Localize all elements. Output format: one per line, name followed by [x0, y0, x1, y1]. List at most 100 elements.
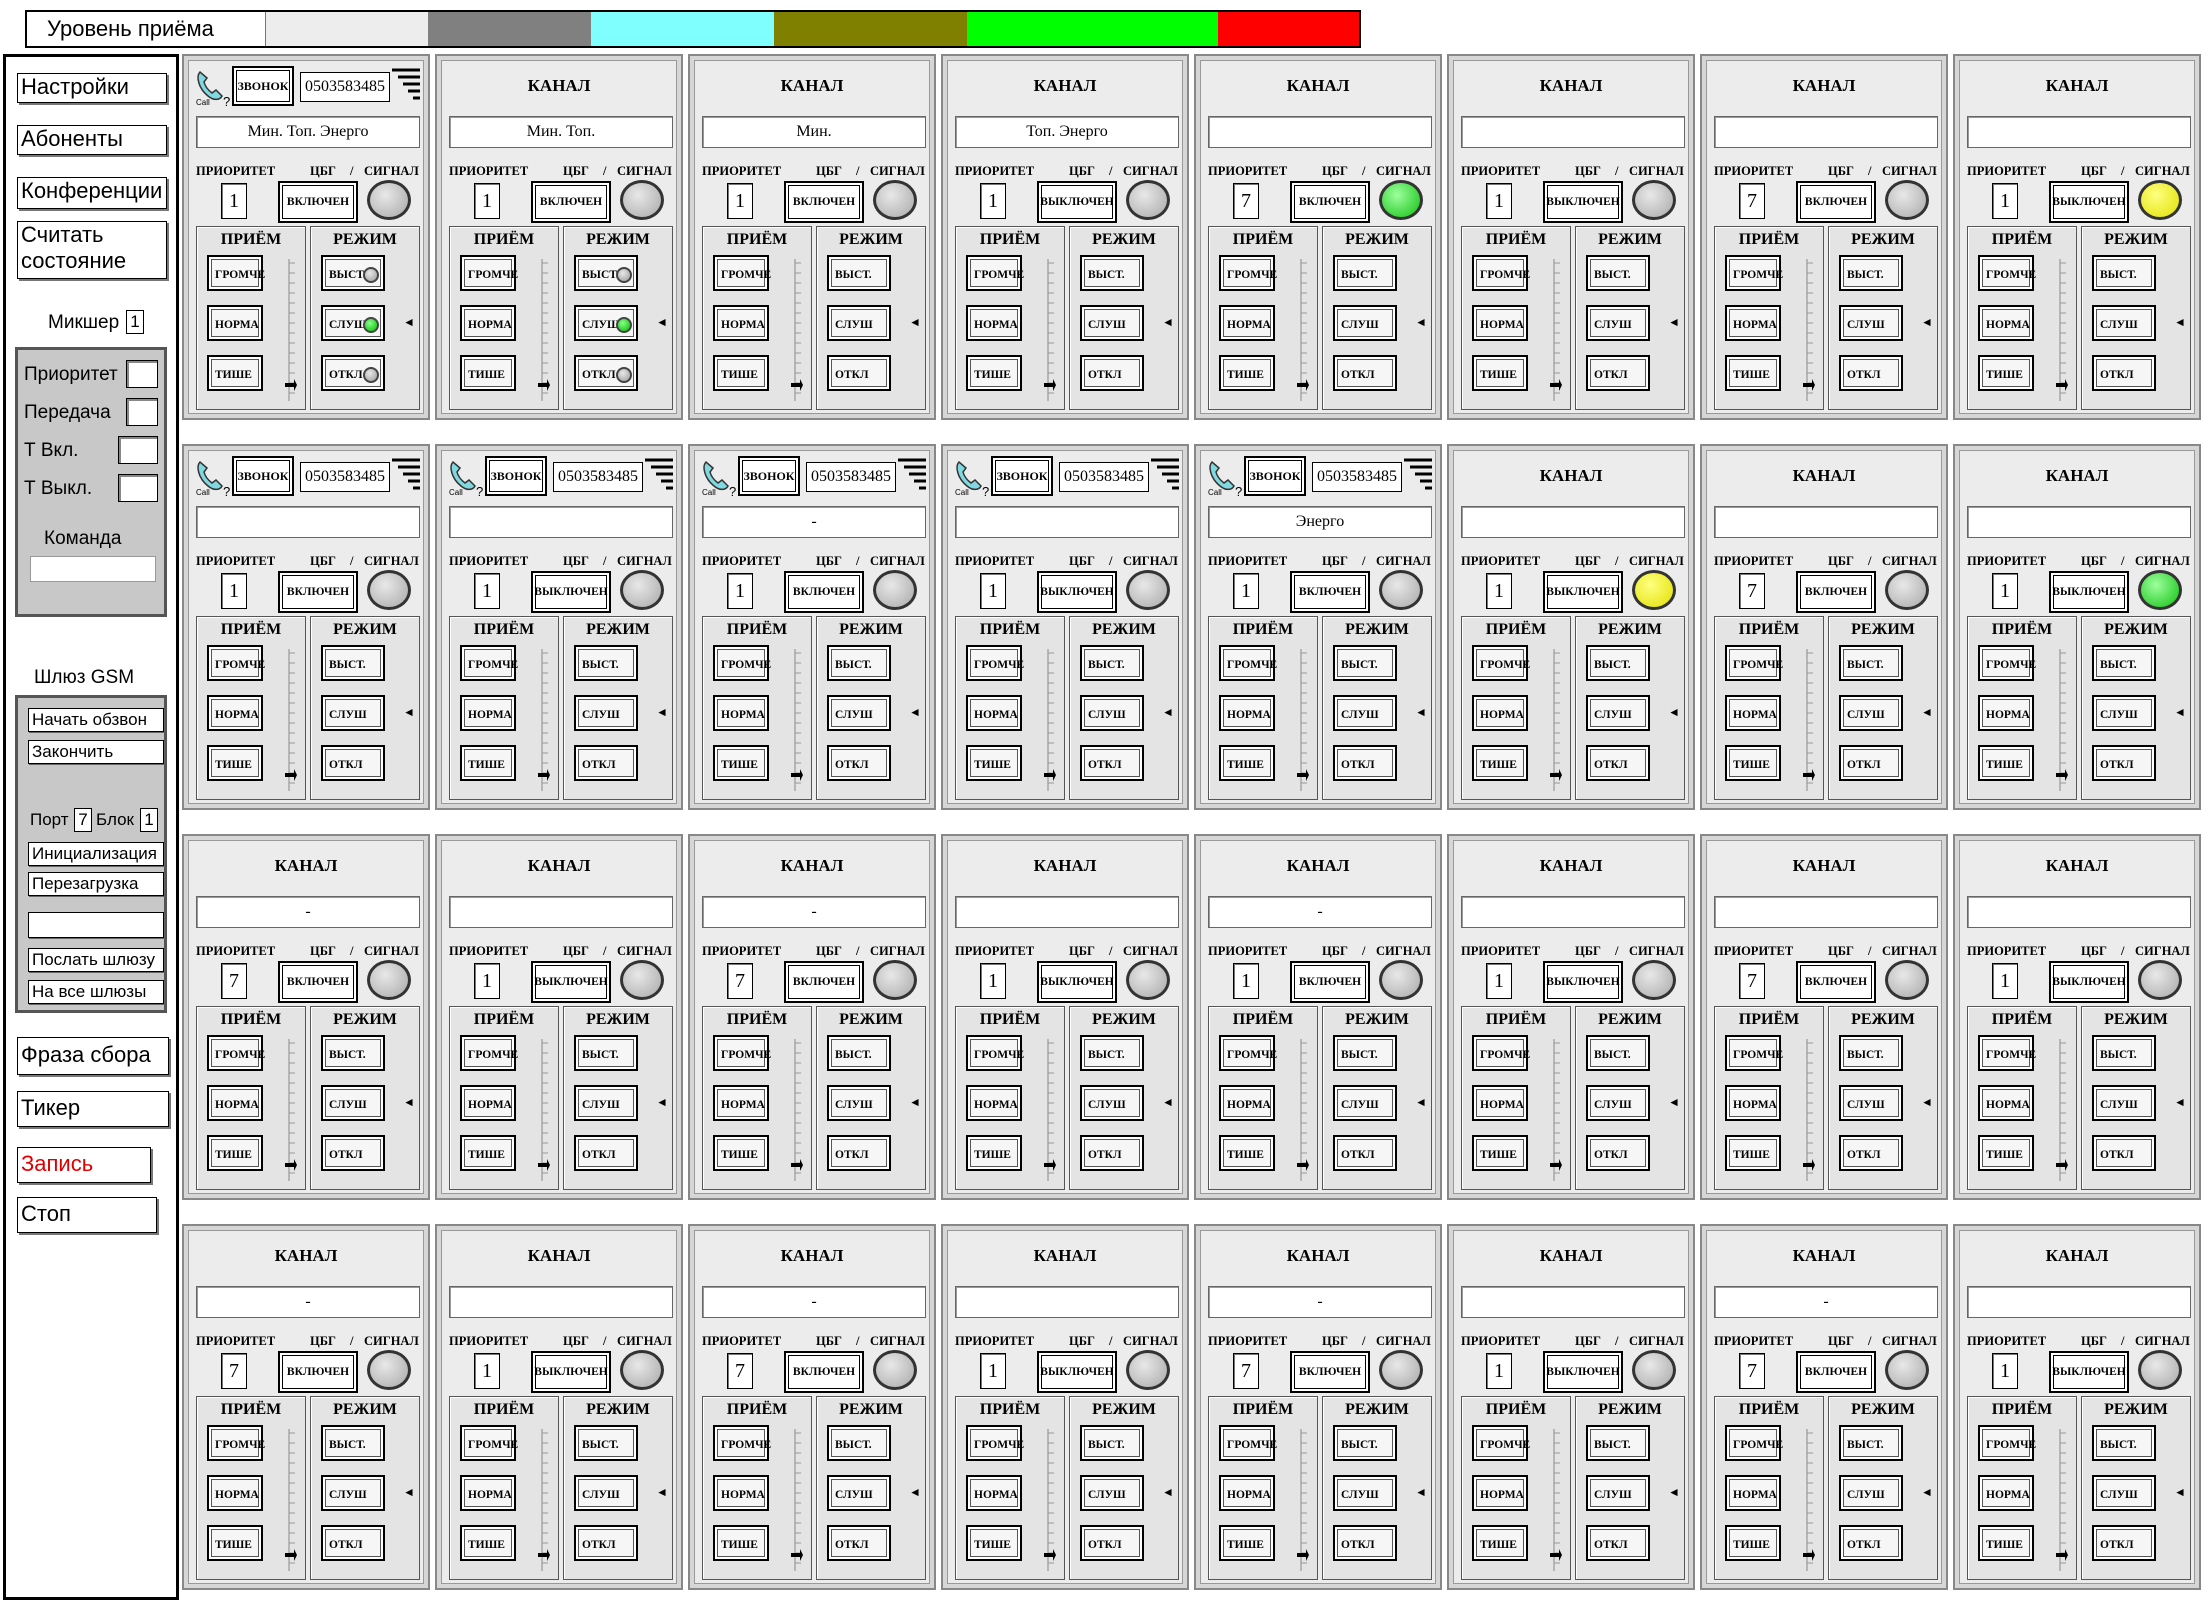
quieter-button[interactable]: ТИШЕ	[713, 1525, 769, 1561]
quieter-button[interactable]: ТИШЕ	[207, 355, 263, 391]
port-number[interactable]: 7	[74, 808, 92, 832]
quieter-button[interactable]: ТИШЕ	[1472, 1525, 1528, 1561]
priority-field[interactable]: 7	[221, 1353, 247, 1389]
volume-slider[interactable]	[1550, 1035, 1562, 1185]
louder-button[interactable]: ГРОМЧЕ	[207, 1035, 265, 1071]
quieter-button[interactable]: ТИШЕ	[207, 1525, 263, 1561]
listen-mode-button[interactable]: СЛУШ	[1839, 695, 1903, 731]
listen-mode-button[interactable]: СЛУШ	[1080, 1475, 1144, 1511]
volume-slider[interactable]	[285, 1035, 297, 1185]
out-mode-button[interactable]: ВЫСТ.	[1333, 1035, 1397, 1071]
normal-button[interactable]: НОРМА	[1725, 305, 1781, 341]
off-mode-button[interactable]: ОТКЛ	[1839, 1525, 1903, 1561]
out-mode-button[interactable]: ВЫСТ.	[1839, 1035, 1903, 1071]
quieter-button[interactable]: ТИШЕ	[460, 1135, 516, 1171]
normal-button[interactable]: НОРМА	[207, 305, 263, 341]
channel-name-field[interactable]	[1461, 1286, 1685, 1318]
channel-name-field[interactable]	[1967, 506, 2191, 538]
volume-slider[interactable]	[1297, 1035, 1309, 1185]
out-mode-button[interactable]: ВЫСТ.	[1586, 1425, 1650, 1461]
out-mode-button[interactable]: ВЫСТ.	[1333, 645, 1397, 681]
volume-slider[interactable]	[1297, 1425, 1309, 1575]
normal-button[interactable]: НОРМА	[1725, 1475, 1781, 1511]
start-dial-button[interactable]: Начать обзвон	[28, 708, 164, 732]
normal-button[interactable]: НОРМА	[1978, 695, 2034, 731]
command-field[interactable]	[30, 556, 156, 582]
cbg-toggle-button[interactable]: ВКЛЮЧЕН	[784, 571, 864, 613]
finish-button[interactable]: Закончить	[28, 740, 164, 764]
cbg-toggle-button[interactable]: ВКЛЮЧЕН	[784, 181, 864, 223]
quieter-button[interactable]: ТИШЕ	[207, 745, 263, 781]
off-mode-button[interactable]: ОТКЛ	[2092, 355, 2156, 391]
listen-mode-button[interactable]: СЛУШ	[1080, 695, 1144, 731]
out-mode-button[interactable]: ВЫСТ.	[1839, 255, 1903, 291]
louder-button[interactable]: ГРОМЧЕ	[1978, 255, 2036, 291]
volume-slider[interactable]	[538, 1035, 550, 1185]
priority-field[interactable]: 1	[727, 573, 753, 609]
out-mode-button[interactable]: ВЫСТ.	[321, 645, 385, 681]
louder-button[interactable]: ГРОМЧЕ	[713, 255, 771, 291]
out-mode-button[interactable]: ВЫСТ.	[827, 255, 891, 291]
volume-slider[interactable]	[1550, 255, 1562, 405]
louder-button[interactable]: ГРОМЧЕ	[1725, 1425, 1783, 1461]
read-state-button[interactable]: Считать состояние	[17, 221, 167, 279]
priority-field[interactable]	[126, 360, 158, 388]
t-on-field[interactable]	[118, 436, 158, 464]
louder-button[interactable]: ГРОМЧЕ	[713, 1035, 771, 1071]
normal-button[interactable]: НОРМА	[1978, 1085, 2034, 1121]
phone-number-field[interactable]: 0503583485	[1312, 462, 1402, 492]
quieter-button[interactable]: ТИШЕ	[713, 1135, 769, 1171]
listen-mode-button[interactable]: СЛУШ	[827, 695, 891, 731]
reboot-button[interactable]: Перезагрузка	[28, 872, 164, 896]
call-button[interactable]: ЗВОНОК	[485, 456, 547, 496]
normal-button[interactable]: НОРМА	[1472, 305, 1528, 341]
channel-name-field[interactable]	[955, 506, 1179, 538]
off-mode-button[interactable]: ОТКЛ	[1080, 745, 1144, 781]
listen-mode-button[interactable]: СЛУШ	[2092, 305, 2156, 341]
phone-icon[interactable]: Call	[700, 456, 730, 497]
phone-icon[interactable]: Call	[447, 456, 477, 497]
louder-button[interactable]: ГРОМЧЕ	[1472, 645, 1530, 681]
off-mode-button[interactable]: ОТКЛ	[827, 745, 891, 781]
channel-name-field[interactable]	[1461, 896, 1685, 928]
phone-number-field[interactable]: 0503583485	[1059, 462, 1149, 492]
cbg-toggle-button[interactable]: ВЫКЛЮЧЕН	[1543, 571, 1623, 613]
normal-button[interactable]: НОРМА	[966, 305, 1022, 341]
listen-mode-button[interactable]: СЛУШ	[1839, 305, 1903, 341]
listen-mode-button[interactable]: СЛУШ	[1586, 695, 1650, 731]
out-mode-button[interactable]: ВЫСТ.	[827, 1425, 891, 1461]
quieter-button[interactable]: ТИШЕ	[966, 1525, 1022, 1561]
off-mode-button[interactable]: ОТКЛ	[574, 1135, 638, 1171]
listen-mode-button[interactable]: СЛУШ	[1333, 305, 1397, 341]
priority-field[interactable]: 1	[980, 573, 1006, 609]
cbg-toggle-button[interactable]: ВКЛЮЧЕН	[784, 1351, 864, 1393]
normal-button[interactable]: НОРМА	[1472, 1475, 1528, 1511]
out-mode-button[interactable]: ВЫСТ.	[2092, 645, 2156, 681]
channel-name-field[interactable]: -	[1208, 896, 1432, 928]
normal-button[interactable]: НОРМА	[1978, 305, 2034, 341]
louder-button[interactable]: ГРОМЧЕ	[1725, 645, 1783, 681]
out-mode-button[interactable]: ВЫСТ.	[574, 1035, 638, 1071]
listen-mode-button[interactable]: СЛУШ	[1839, 1475, 1903, 1511]
listen-mode-button[interactable]: СЛУШ	[1586, 1085, 1650, 1121]
volume-slider[interactable]	[1803, 1425, 1815, 1575]
channel-name-field[interactable]	[449, 1286, 673, 1318]
t-off-field[interactable]	[118, 474, 158, 502]
normal-button[interactable]: НОРМА	[207, 695, 263, 731]
off-mode-button[interactable]: ОТКЛ	[2092, 1135, 2156, 1171]
cbg-toggle-button[interactable]: ВКЛЮЧЕН	[1796, 961, 1876, 1003]
louder-button[interactable]: ГРОМЧЕ	[966, 1035, 1024, 1071]
volume-slider[interactable]	[1803, 1035, 1815, 1185]
off-mode-button[interactable]: ОТКЛ	[321, 1135, 385, 1171]
volume-slider[interactable]	[2056, 645, 2068, 795]
channel-name-field[interactable]: Энерго	[1208, 506, 1432, 538]
out-mode-button[interactable]: ВЫСТ.	[321, 1035, 385, 1071]
priority-field[interactable]: 1	[980, 183, 1006, 219]
volume-slider[interactable]	[791, 645, 803, 795]
off-mode-button[interactable]: ОТКЛ	[827, 1135, 891, 1171]
louder-button[interactable]: ГРОМЧЕ	[460, 1425, 518, 1461]
gateway-command-field[interactable]	[28, 912, 164, 938]
quieter-button[interactable]: ТИШЕ	[1725, 745, 1781, 781]
priority-field[interactable]: 7	[1233, 183, 1259, 219]
off-mode-button[interactable]: ОТКЛ	[1839, 355, 1903, 391]
